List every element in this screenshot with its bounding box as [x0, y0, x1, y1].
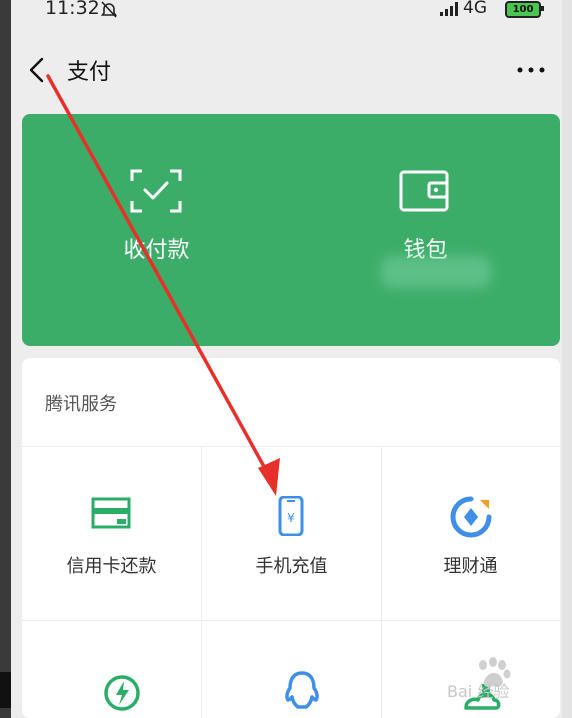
svg-text:¥: ¥ [287, 511, 295, 525]
page-title: 支付 [67, 60, 112, 85]
wechat-pay-screen: 11:32 4G 100 支付 收付款 钱包 腾讯服务 信用卡还款 ¥ 手机充值… [11, 0, 562, 718]
battery-tip [541, 6, 544, 11]
blurred-balance [381, 256, 491, 288]
phone-recharge-tile[interactable]: ¥ 手机充值 [202, 446, 381, 620]
wallet-icon [399, 170, 449, 212]
wealth-icon [450, 496, 492, 538]
city-icon[interactable] [462, 674, 502, 714]
grid-divider-vertical [201, 446, 202, 718]
phone-recharge-icon: ¥ [278, 496, 304, 536]
credit-card-icon [91, 497, 131, 529]
receive-payment-button[interactable]: 收付款 [22, 114, 291, 346]
section-title: 腾讯服务 [45, 394, 117, 415]
scan-receive-icon [130, 169, 182, 213]
credit-card-repay-label: 信用卡还款 [66, 556, 157, 577]
bell-muted-icon [100, 1, 118, 18]
status-time: 11:32 [45, 0, 100, 19]
wallet-button[interactable]: 钱包 [291, 114, 560, 346]
grid-divider-horizontal [22, 620, 560, 621]
nav-bar: 支付 [11, 44, 562, 96]
pay-card: 收付款 钱包 [22, 114, 560, 346]
receive-payment-label: 收付款 [123, 238, 190, 263]
grid-divider-vertical [381, 446, 382, 718]
wealth-label: 理财通 [443, 556, 498, 577]
network-label: 4G [463, 0, 487, 18]
qq-icon[interactable] [282, 670, 322, 714]
right-background-strip [562, 0, 572, 718]
left-background-strip [0, 0, 11, 718]
left-dark-band [0, 672, 11, 708]
tencent-services-panel: 腾讯服务 信用卡还款 ¥ 手机充值 理财通 [22, 358, 560, 718]
phone-recharge-label: 手机充值 [255, 556, 328, 577]
signal-icon [440, 2, 458, 16]
battery-icon: 100 [505, 1, 541, 18]
wealth-tile[interactable]: 理财通 [381, 446, 560, 620]
credit-card-repay-tile[interactable]: 信用卡还款 [22, 446, 201, 620]
more-icon[interactable] [517, 66, 545, 74]
lightning-icon[interactable] [102, 672, 142, 712]
status-bar: 11:32 4G 100 [11, 0, 562, 22]
back-arrow-icon[interactable] [27, 56, 47, 84]
